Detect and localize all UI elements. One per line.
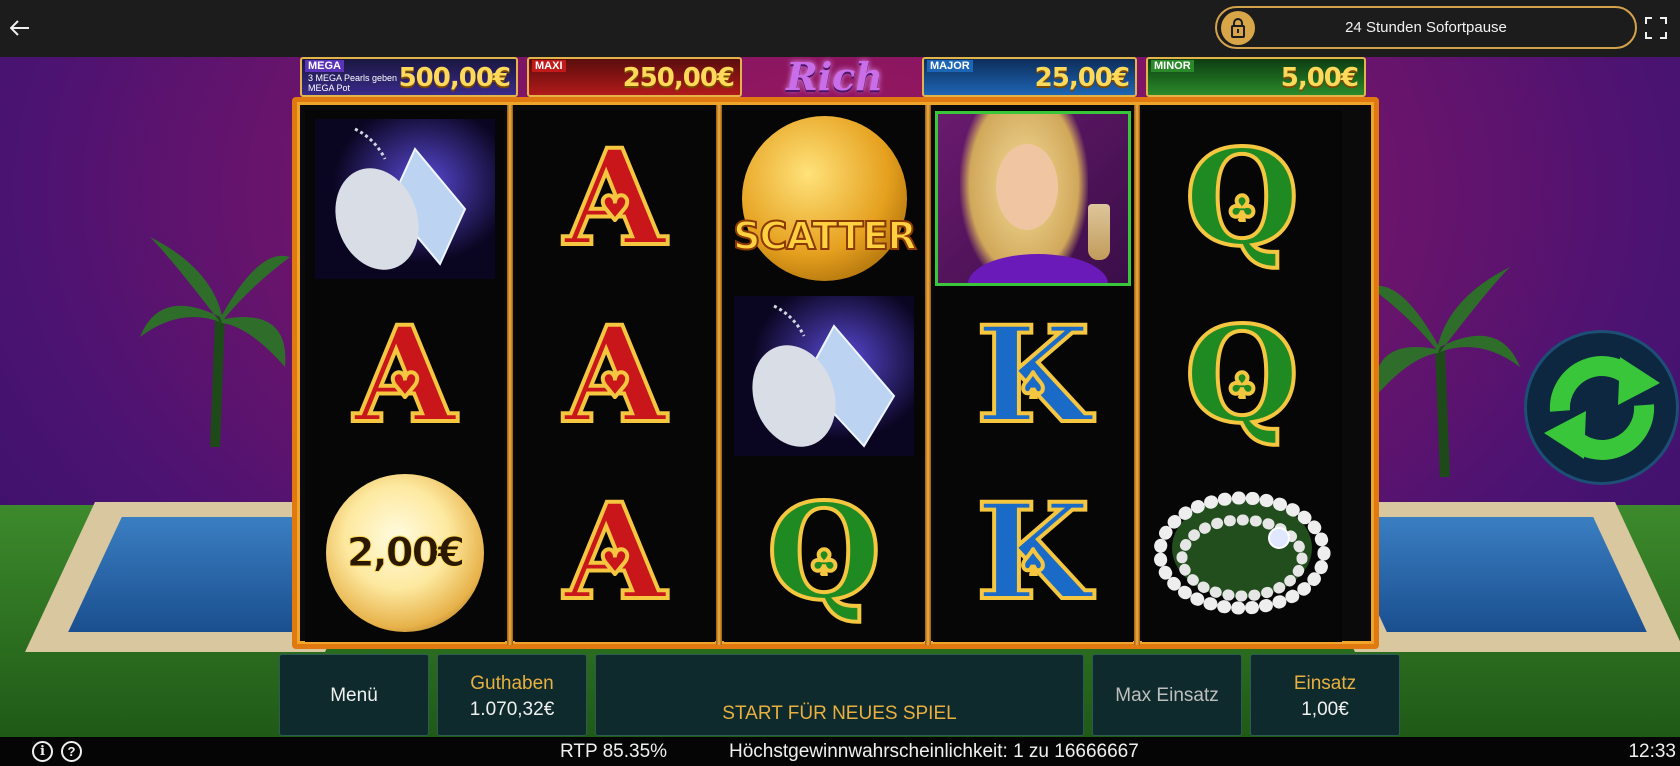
game-screen: 24 Stunden Sofortpause MEGA 3 MEGA Pearl… [0, 0, 1680, 766]
reel-3: SCATTER Q ♣ [724, 110, 924, 642]
symbol-a: A ♥ [562, 120, 668, 276]
symbol-q: Q ♣ [765, 474, 884, 630]
jackpot-maxi: MAXI 250,00€ [527, 57, 742, 97]
pause-label: 24 Stunden Sofortpause [1345, 19, 1507, 36]
jackpot-mega-value: 500,00€ [398, 63, 511, 93]
reel-divider [1134, 105, 1140, 645]
spin-arrows-icon [1543, 355, 1660, 460]
symbol-k: K ♠ [974, 474, 1093, 630]
pool-right [1333, 517, 1647, 632]
help-icon[interactable]: ? [61, 741, 82, 762]
symbol-coin: 2,00€ [305, 464, 505, 641]
balance-panel: Guthaben 1.070,32€ [437, 654, 587, 736]
symbol-k: K ♠ [974, 297, 1093, 453]
coin-icon: 2,00€ [326, 473, 484, 632]
symbol-a: A ♥ [562, 474, 668, 630]
jackpot-minor-tag: MINOR [1151, 60, 1194, 72]
champagne-glass-icon [1088, 204, 1110, 260]
spin-button[interactable] [1524, 330, 1679, 485]
diamond-pendant-icon [315, 118, 495, 279]
bet-label: Einsatz [1293, 673, 1357, 694]
reel-1: A ♥ 2,00€ [305, 110, 505, 642]
palm-right [1370, 267, 1520, 477]
menu-label: Menü [330, 685, 378, 706]
jackpot-maxi-tag: MAXI [532, 60, 566, 72]
symbol-diamond-pendant [305, 110, 505, 287]
symbol-scatter: SCATTER [724, 110, 924, 287]
reel-4: K ♠ K ♠ [933, 110, 1133, 642]
jackpot-major: MAJOR 25,00€ [922, 57, 1137, 97]
pause-24h-button[interactable]: 24 Stunden Sofortpause [1215, 6, 1637, 49]
reel-area: A ♥ 2,00€ A ♥ A ♥ A ♥ SCATTER Q ♣ K ♠ K … [292, 97, 1379, 649]
symbol-a: A ♥ [352, 297, 458, 453]
reel-2: A ♥ A ♥ A ♥ [515, 110, 715, 642]
menu-button[interactable]: Menü [279, 654, 429, 736]
jackpot-minor: MINOR 5,00€ [1146, 57, 1366, 97]
back-arrow-icon[interactable] [6, 14, 34, 42]
jackpot-mega-tag: MEGA [305, 60, 344, 72]
diamond-pendant-icon [734, 295, 914, 456]
palm-left [140, 237, 290, 447]
start-label: START FÜR NEUES SPIEL [722, 703, 957, 724]
rtp-text: RTP 85.35% [560, 741, 668, 762]
scatter-coin-icon: SCATTER [732, 116, 918, 281]
bet-panel[interactable]: Einsatz 1,00€ [1250, 654, 1400, 736]
info-icon[interactable]: i [32, 741, 53, 762]
fullscreen-icon[interactable] [1645, 17, 1667, 39]
symbol-diamond-pendant [724, 287, 924, 464]
max-bet-label: Max Einsatz [1115, 685, 1219, 706]
max-win-probability-text: Höchstgewinnwahrscheinlichkeit: 1 zu 166… [729, 741, 1139, 762]
jackpot-minor-value: 5,00€ [1280, 63, 1359, 93]
bet-value: 1,00€ [1301, 699, 1349, 720]
balance-label: Guthaben [470, 673, 554, 694]
rich-lady-portrait [935, 111, 1131, 286]
jackpot-maxi-value: 250,00€ [622, 63, 735, 93]
symbol-a: A ♥ [562, 297, 668, 453]
reel-divider [925, 105, 931, 645]
jackpot-major-tag: MAJOR [927, 60, 973, 72]
reel-divider [507, 105, 513, 645]
coin-value: 2,00€ [346, 529, 466, 576]
max-bet-button[interactable]: Max Einsatz [1092, 654, 1242, 736]
symbol-pearl-necklace [1142, 464, 1342, 641]
clock: 12:33 [1628, 741, 1676, 762]
symbol-q: Q ♣ [1183, 120, 1302, 276]
top-bar: 24 Stunden Sofortpause [0, 0, 1680, 57]
jackpot-major-value: 25,00€ [1034, 63, 1130, 93]
balance-value: 1.070,32€ [469, 699, 555, 720]
scatter-label: SCATTER [732, 213, 918, 259]
status-bar: i ? RTP 85.35% Höchstgewinnwahrscheinlic… [0, 737, 1680, 766]
symbol-rich-lady [933, 110, 1133, 287]
reel-5: Q ♣ Q ♣ [1142, 110, 1342, 642]
reel-divider [716, 105, 722, 645]
pearl-necklace-icon [1153, 491, 1331, 614]
symbol-q: Q ♣ [1183, 297, 1302, 453]
jackpot-mega: MEGA 3 MEGA Pearls geben MEGA Pot 500,00… [300, 57, 518, 97]
start-panel[interactable]: START FÜR NEUES SPIEL [595, 654, 1084, 736]
